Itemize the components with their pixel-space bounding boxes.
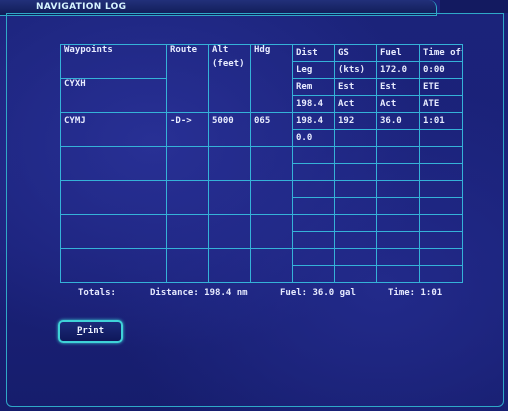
row-ata (334, 129, 377, 147)
row-hdg: 065 (250, 112, 293, 147)
window-title: NAVIGATION LOG (36, 2, 127, 12)
header-hdg: Hdg (250, 44, 293, 113)
row-rem: 0.0 (292, 129, 335, 147)
row-route: -D-> (166, 112, 209, 147)
title-strip (440, 0, 508, 13)
totals-time: Time: 1:01 (388, 288, 443, 298)
header-ete: ETE (419, 78, 463, 96)
totals-fuel: Fuel: 36.0 gal (280, 288, 356, 298)
header-est1: Est (334, 78, 377, 96)
row-ate (419, 129, 463, 147)
header-leg: Leg (292, 61, 335, 79)
header-alt: Alt (feet) (208, 44, 251, 113)
row-fuel-act (376, 129, 420, 147)
header-fuel: Fuel (376, 44, 420, 62)
totals-distance: Distance: 198.4 nm (150, 288, 248, 298)
header-rem: Rem (292, 78, 335, 96)
header-time-value: 0:00 (419, 61, 463, 79)
header-time-off: Time off (419, 44, 463, 62)
table-row[interactable] (60, 214, 463, 249)
origin-waypoint: CYXH (60, 78, 167, 113)
header-route: Route (166, 44, 209, 113)
row-alt: 5000 (208, 112, 251, 147)
row-fuel: 36.0 (376, 112, 420, 130)
totals-label: Totals: (78, 288, 116, 298)
row-gs: 192 (334, 112, 377, 130)
header-dist: Dist (292, 44, 335, 62)
row-waypoint: CYMJ (60, 112, 167, 147)
table-row[interactable] (60, 248, 463, 283)
navigation-log-window: NAVIGATION LOG Waypoints Route Alt (feet)… (0, 0, 508, 411)
header-gs: GS (334, 44, 377, 62)
header-est2: Est (376, 78, 420, 96)
print-label: rint (82, 326, 105, 336)
row-leg: 198.4 (292, 112, 335, 130)
header-ate: ATE (419, 95, 463, 113)
row-ete: 1:01 (419, 112, 463, 130)
header-act1: Act (334, 95, 377, 113)
origin-rem: 198.4 (292, 95, 335, 113)
header-waypoints: Waypoints (60, 44, 167, 79)
table-row[interactable] (60, 180, 463, 215)
table-row[interactable] (60, 146, 463, 181)
nav-log-table: Waypoints Route Alt (feet) Hdg Dist GS Fu… (60, 44, 463, 283)
print-button[interactable]: Print (58, 320, 123, 343)
header-act2: Act (376, 95, 420, 113)
header-kts: (kts) (334, 61, 377, 79)
table-row[interactable]: CYMJ -D-> 5000 065 198.4 192 36.0 1:01 (60, 112, 463, 147)
header-fuel-value: 172.0 (376, 61, 420, 79)
